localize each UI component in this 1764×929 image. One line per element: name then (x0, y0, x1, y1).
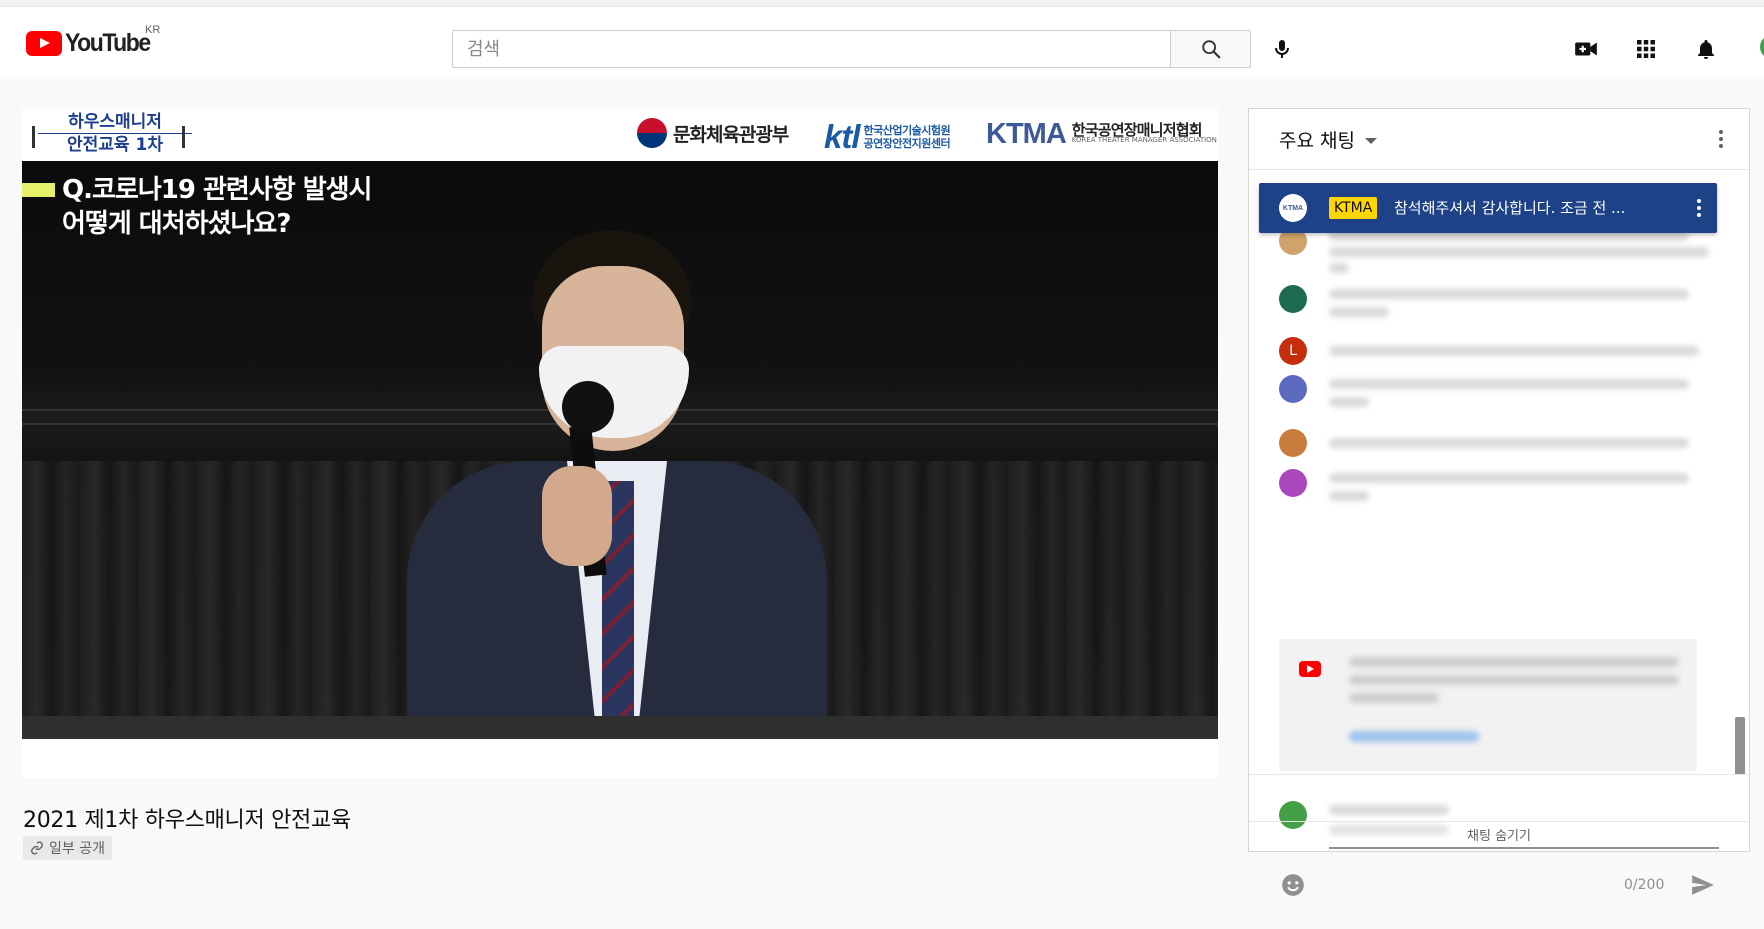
question-line1: Q.코로나19 관련사항 발생시 (62, 175, 372, 205)
system-message (1279, 639, 1697, 771)
video-camera-icon (1575, 42, 1597, 56)
ktl-mark: ktl (824, 118, 861, 155)
caret-down-icon (1364, 137, 1377, 144)
video-banner: 하우스매니저 안전교육 1차 문화체육관광부 ktl 한국산업기술시험원 공연장… (22, 108, 1218, 161)
speaker-figure (407, 231, 827, 739)
ktl-sub-line2: 공연장안전지원센터 (863, 137, 951, 150)
send-icon (1692, 875, 1714, 895)
video-frame[interactable]: Q.코로나19 관련사항 발생시 어떻게 대처하셨나요? (22, 161, 1218, 739)
ktma-mark: KTMA (986, 118, 1067, 150)
ktl-logo: ktl 한국산업기술시험원 공연장안전지원센터 (824, 118, 951, 156)
scrollbar-thumb[interactable] (1735, 717, 1745, 775)
logo-text: YouTube (65, 28, 151, 57)
pinned-text: 참석해주셔서 감사합니다. 조금 전 ... (1394, 199, 1626, 217)
chat-mode-label: 주요 채팅 (1279, 130, 1355, 152)
microphone-icon (562, 381, 614, 433)
question-marker (22, 183, 55, 197)
chat-mode-dropdown[interactable]: 주요 채팅 (1279, 126, 1377, 153)
apps-button[interactable] (1628, 31, 1664, 67)
hide-chat-button[interactable]: 채팅 숨기기 (1249, 821, 1749, 854)
question-line2: 어떻게 대처하셨나요? (62, 209, 291, 239)
blurred-text (1349, 675, 1679, 685)
live-chat-panel: 주요 채팅 L KTMA KTMA 참석해주셔서 감사합니다. 조금 전 ...… (1248, 108, 1750, 896)
blurred-text (1349, 657, 1679, 667)
avatar (1279, 285, 1307, 313)
blurred-text (1329, 247, 1709, 257)
masthead: YouTube KR (0, 7, 1764, 79)
chat-compose: 0/200 (1249, 774, 1749, 929)
emoji-button[interactable] (1279, 871, 1307, 899)
more-vert-icon (1697, 199, 1701, 217)
avatar (1279, 469, 1307, 497)
voice-search-button[interactable] (1262, 31, 1302, 67)
figure-icon (182, 126, 185, 148)
avatar (1279, 375, 1307, 403)
notifications-button[interactable] (1688, 31, 1724, 67)
character-counter: 0/200 (1624, 877, 1665, 893)
bell-icon (1698, 40, 1714, 59)
avatar: L (1279, 337, 1307, 365)
pinned-avatar: KTMA (1279, 194, 1307, 222)
search-box (452, 30, 1171, 68)
youtube-icon (1299, 661, 1321, 677)
blurred-text (1329, 491, 1369, 501)
link-icon (30, 841, 44, 855)
blurred-text (1349, 693, 1439, 703)
ktl-subtitle: 한국산업기술시험원 공연장안전지원센터 (864, 124, 951, 150)
account-avatar[interactable] (1760, 35, 1764, 59)
chat-scrollbar[interactable] (1733, 169, 1747, 775)
speaker-hand (542, 466, 612, 566)
video-title: 2021 제1차 하우스매니저 안전교육 (23, 808, 351, 833)
ministry-name: 문화체육관광부 (673, 123, 789, 146)
ktl-sub-line1: 한국산업기술시험원 (863, 124, 951, 137)
privacy-badge: 일부 공개 (23, 836, 112, 860)
chat-more-button[interactable] (1709, 127, 1733, 151)
more-vert-icon (1719, 130, 1723, 148)
blurred-text (1329, 397, 1369, 407)
ktma-logo: KTMA 한국공연장매니저협회 KOREA THEATER MANAGER AS… (986, 118, 1217, 151)
avatar (1279, 429, 1307, 457)
blurred-text (1329, 307, 1389, 317)
emoji-icon (1282, 874, 1304, 896)
mic-icon (1275, 40, 1289, 58)
ministry-logo: 문화체육관광부 (637, 116, 789, 150)
blurred-link[interactable] (1349, 731, 1479, 742)
series-title: 하우스매니저 안전교육 1차 (30, 112, 200, 155)
blurred-text (1329, 263, 1349, 273)
my-name-blurred (1329, 805, 1449, 815)
video-player[interactable]: 하우스매니저 안전교육 1차 문화체육관광부 ktl 한국산업기술시험원 공연장… (22, 108, 1218, 778)
chat-message-list[interactable]: L (1249, 227, 1729, 779)
search-button[interactable] (1171, 30, 1251, 68)
apps-grid-icon (1637, 40, 1655, 58)
taeguk-icon (637, 118, 667, 148)
youtube-logo[interactable]: YouTube (26, 28, 157, 58)
blurred-text (1329, 346, 1699, 356)
youtube-play-icon (26, 30, 62, 56)
create-button[interactable] (1568, 31, 1604, 67)
privacy-label: 일부 공개 (49, 841, 105, 857)
title-divider (38, 133, 192, 134)
author-badge: KTMA (1329, 197, 1378, 219)
stage-table (22, 716, 1218, 739)
blurred-text (1329, 289, 1689, 299)
search-input[interactable] (453, 31, 1170, 67)
search-icon (1201, 40, 1220, 59)
chat-header: 주요 채팅 (1249, 109, 1749, 170)
pinned-more-button[interactable] (1687, 196, 1711, 220)
ktma-sub-kr: 한국공연장매니저협회 (1071, 121, 1203, 139)
blurred-text (1329, 379, 1689, 389)
country-code: KR (145, 24, 161, 36)
series-title-line1: 하우스매니저 (68, 112, 162, 132)
player-bottom-area (22, 739, 1218, 778)
ktma-sub-en: KOREA THEATER MANAGER ASSOCIATION (1071, 136, 1217, 144)
blurred-text (1329, 438, 1689, 448)
compose-divider (1249, 774, 1749, 775)
series-title-line2: 안전교육 1차 (67, 135, 163, 155)
blurred-text (1329, 473, 1689, 483)
ktma-subtitle: 한국공연장매니저협회 KOREA THEATER MANAGER ASSOCIA… (1071, 121, 1217, 145)
send-button[interactable] (1689, 871, 1717, 899)
browser-top-edge (0, 0, 1764, 7)
pinned-message[interactable]: KTMA KTMA 참석해주셔서 감사합니다. 조금 전 ... (1259, 183, 1717, 233)
question-caption: Q.코로나19 관련사항 발생시 어떻게 대처하셨나요? (62, 173, 372, 241)
